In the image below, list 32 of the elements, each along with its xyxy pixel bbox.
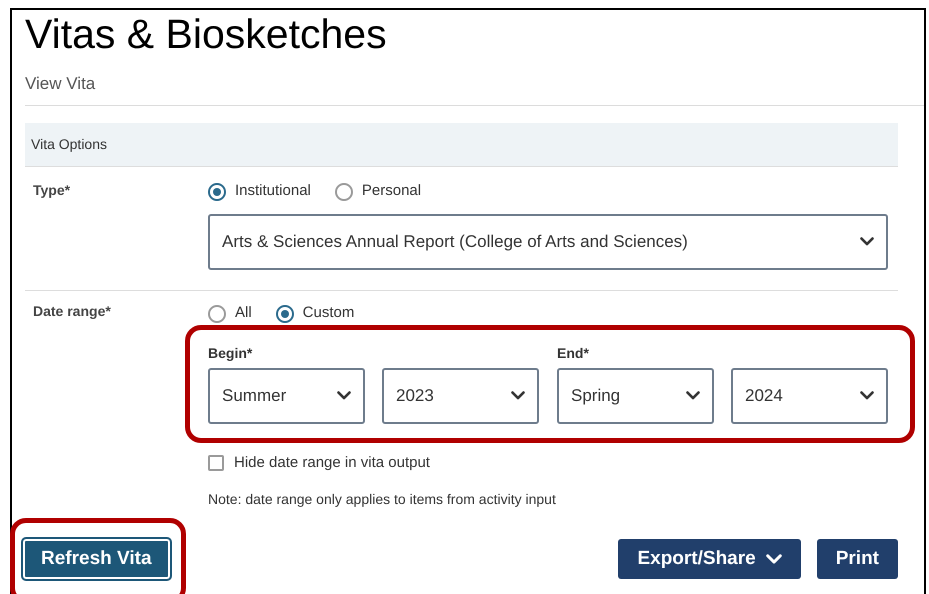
page-subtitle: View Vita xyxy=(25,73,96,95)
section-header: Vita Options xyxy=(25,122,898,166)
dropdown-select[interactable]: 2023 xyxy=(382,368,539,424)
chevron-down-icon xyxy=(860,390,874,400)
group-label: End* xyxy=(557,344,590,362)
field-label: Date range* xyxy=(33,302,111,318)
chevron-down-icon xyxy=(766,554,782,564)
radio-label: Personal xyxy=(362,181,422,202)
radio-button[interactable] xyxy=(334,182,353,200)
dropdown-select[interactable]: Spring xyxy=(557,368,714,424)
dropdown-select[interactable]: Summer xyxy=(208,368,365,424)
dropdown-select[interactable]: Arts & Sciences Annual Report (College of Arts and Sciences) xyxy=(208,214,888,270)
dropdown-select[interactable]: 2024 xyxy=(731,368,888,424)
page-title: Vitas & Biosketches xyxy=(25,14,388,55)
checkbox[interactable] xyxy=(208,454,224,471)
note-text: Note: date range only applies to items from activity input xyxy=(208,490,557,509)
radio-button[interactable] xyxy=(208,182,226,200)
action-button[interactable]: Print xyxy=(816,539,898,579)
radio-label: All xyxy=(235,303,252,324)
radio-button[interactable] xyxy=(208,304,226,322)
chevron-down-icon xyxy=(337,390,351,400)
checkbox-label: Hide date range in vita output xyxy=(234,452,430,472)
group-label: Begin* xyxy=(208,344,254,363)
chevron-down-icon xyxy=(860,236,874,246)
action-button[interactable]: Refresh Vita xyxy=(23,539,170,579)
chevron-down-icon xyxy=(686,390,700,400)
radio-button[interactable] xyxy=(276,304,294,322)
export-menu-button[interactable]: Export/Share xyxy=(618,539,801,579)
chevron-down-icon xyxy=(511,390,525,400)
radio-label: Custom xyxy=(302,303,354,324)
radio-label: Institutional xyxy=(235,181,311,202)
field-label: Type* xyxy=(33,182,70,198)
